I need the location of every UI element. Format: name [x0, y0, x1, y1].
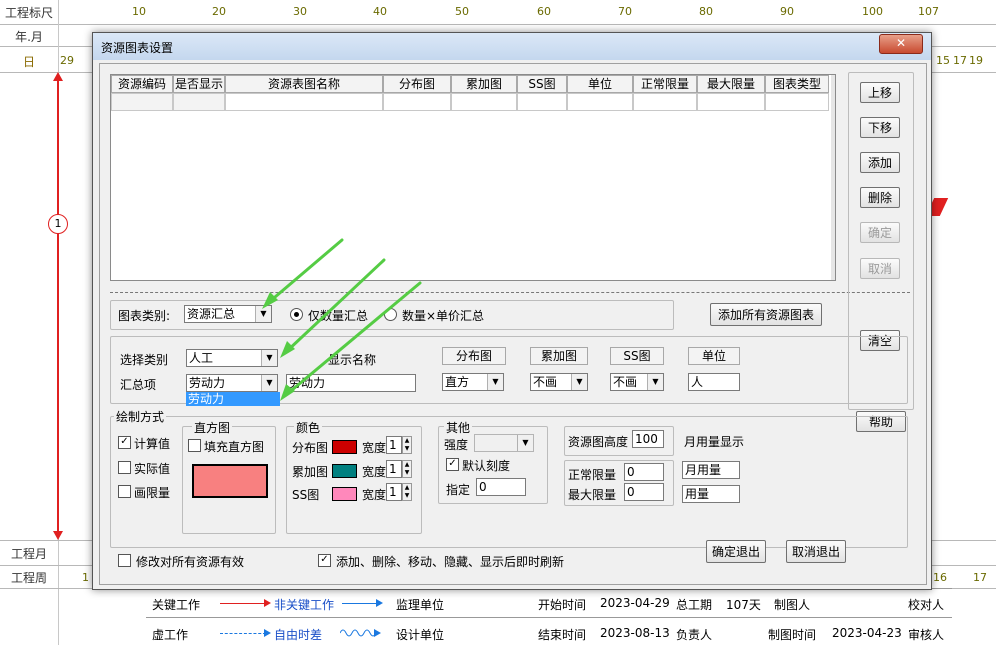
annotation-arrows [262, 238, 422, 401]
